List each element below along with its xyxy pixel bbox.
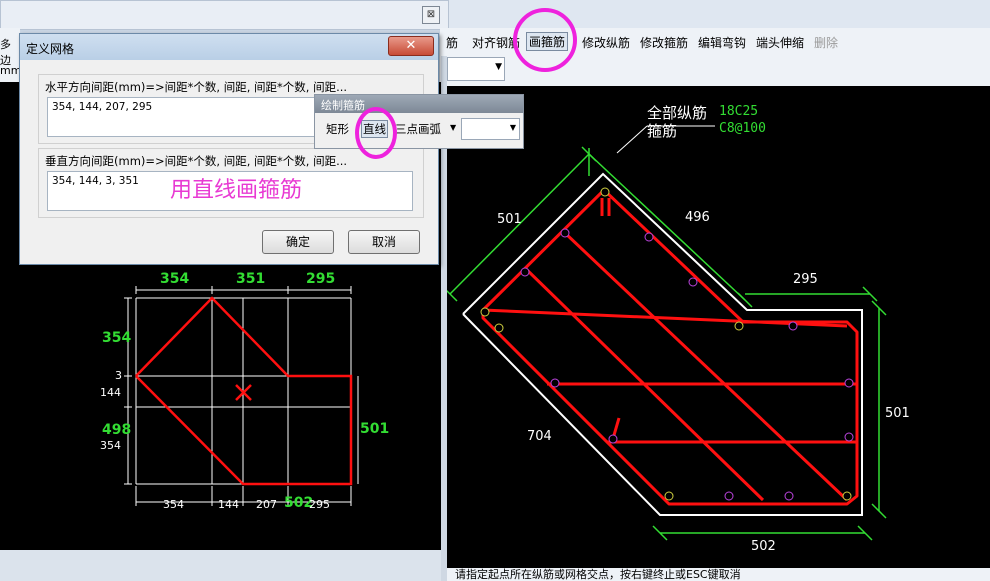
horizontal-label: 水平方向间距(mm)=>间距*个数, 间距, 间距*个数, 间距... [45,80,348,94]
modify-stirrup-button[interactable]: 修改箍筋 [640,34,688,51]
stirrup-label: 箍筋 [647,122,678,140]
bottom-dim-3: 207 [256,498,277,511]
toolbar-combo[interactable]: ▼ [447,57,505,81]
left-dim-4: 498 [102,422,132,438]
cancel-button[interactable]: 取消 [348,230,420,254]
background-close-button[interactable]: ⊠ [422,6,440,24]
all-bars-value: 18C25 [719,104,759,119]
left-panel-footer [0,550,441,581]
draw-panel-title-bar[interactable]: 绘制箍筋 [315,95,523,113]
bottom-dim-5: 295 [309,498,330,511]
toolbar-item-partial[interactable]: 筋 [446,34,458,51]
end-extend-button[interactable]: 端头伸缩 [756,34,804,51]
delete-button[interactable]: 删除 [814,34,838,51]
left-dim-3: 144 [100,386,121,399]
vertical-label: 垂直方向间距(mm)=>间距*个数, 间距, 间距*个数, 间距... [45,154,348,168]
arc-button[interactable]: 三点画弧 [395,121,441,137]
dialog-title: 定义网格 [26,42,75,56]
close-icon[interactable]: ✕ [388,36,434,56]
dim-top-right: 295 [793,272,818,287]
left-dim-2: 3 [115,369,122,382]
ok-button[interactable]: 确定 [262,230,334,254]
left-strip: 多边 mm [0,28,21,83]
annotation-text: 用直线画箍筋 [170,178,303,203]
dim-right-upper: 496 [685,210,710,225]
dim-left-lower: 704 [527,429,552,444]
edit-hook-button[interactable]: 编辑弯钩 [698,34,746,51]
stirrup-value: C8@100 [719,121,766,136]
horizontal-input[interactable]: 354, 144, 207, 295 [47,97,327,137]
right-dim: 501 [360,421,390,437]
top-dim-3: 295 [306,271,336,287]
section-drawing [447,125,887,541]
chevron-down-icon: ▼ [495,62,502,72]
chevron-down-icon[interactable]: ▼ [450,123,456,132]
highlight-circle-line [355,107,397,159]
chevron-down-icon: ▼ [509,123,516,132]
dim-bottom: 502 [751,539,776,554]
bottom-dim-1: 354 [163,498,184,511]
top-dim-2: 351 [236,271,266,287]
left-dim-1: 354 [102,330,132,346]
draw-panel-combo[interactable]: ▼ [461,118,520,140]
dialog-title-bar[interactable]: 定义网格 ✕ [20,34,438,60]
status-bar: 请指定起点所在纵筋或网格交点，按右键终止或ESC键取消 [447,568,990,581]
section-canvas[interactable]: 全部纵筋 箍筋 18C25 C8@100 501 496 295 501 704… [447,86,990,568]
draw-panel-title: 绘制箍筋 [321,99,365,112]
dim-right-side: 501 [885,406,910,421]
background-window [0,0,449,30]
draw-stirrup-panel: 绘制箍筋 矩形 直线 三点画弧 ▼ ▼ [314,94,524,149]
rect-button[interactable]: 矩形 [326,121,349,137]
left-dim-5: 354 [100,439,121,452]
dim-left-upper: 501 [497,212,522,227]
top-dim-1: 354 [160,271,190,287]
highlight-circle-toolbar [513,8,577,72]
modify-longitudinal-button[interactable]: 修改纵筋 [582,34,630,51]
bottom-dim-2: 144 [218,498,239,511]
